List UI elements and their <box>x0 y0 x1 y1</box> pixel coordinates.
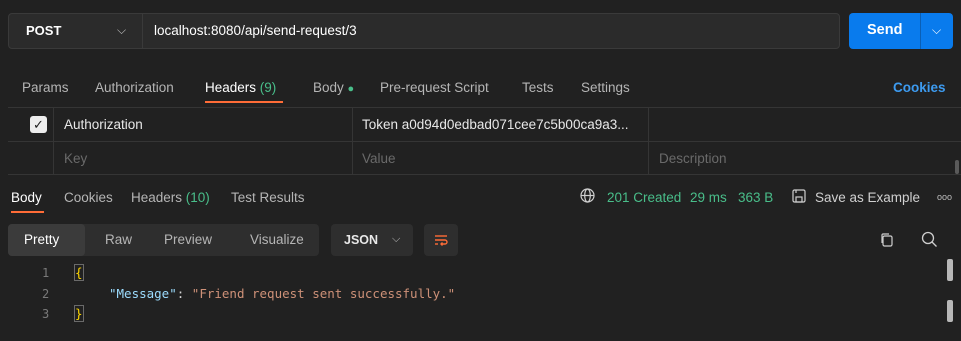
response-tab-headers-count: (10) <box>185 190 210 205</box>
send-divider <box>920 13 921 49</box>
send-button[interactable]: Send ⌵ <box>849 13 953 49</box>
chevron-down-icon: ⌵ <box>117 23 127 37</box>
new-value-input[interactable]: Value <box>362 151 396 166</box>
globe-icon[interactable] <box>579 187 596 207</box>
json-colon: : <box>176 286 192 301</box>
response-tab-cookies[interactable]: Cookies <box>64 190 113 205</box>
status-code[interactable]: 201 Created <box>607 190 681 205</box>
more-options-icon[interactable]: ooo <box>937 192 952 202</box>
json-value: "Friend request sent successfully." <box>191 286 456 301</box>
table-scrollbar[interactable] <box>955 160 959 174</box>
header-value-cell[interactable]: Token a0d94d0edbad071cee7c5b00ca9a3... <box>362 117 629 132</box>
response-tab-body[interactable]: Body <box>11 190 42 205</box>
response-tab-headers[interactable]: Headers (10) <box>131 190 210 205</box>
tab-headers-label: Headers <box>205 80 257 95</box>
chevron-down-icon[interactable]: ⌵ <box>932 23 941 38</box>
save-icon[interactable] <box>791 188 807 207</box>
tab-headers[interactable]: Headers (9) <box>205 80 276 95</box>
tab-authorization[interactable]: Authorization <box>95 80 174 95</box>
table-divider <box>8 107 961 108</box>
tab-body-label: Body <box>313 80 344 95</box>
json-line: "Message": "Friend request sent successf… <box>109 286 455 301</box>
method-label: POST <box>26 23 62 38</box>
wrap-icon <box>435 235 448 246</box>
send-label: Send <box>867 22 903 38</box>
mode-visualize[interactable]: Visualize <box>250 232 304 247</box>
column-divider <box>648 107 649 174</box>
table-divider <box>8 141 961 142</box>
tab-tests[interactable]: Tests <box>522 80 554 95</box>
view-mode-segmented: Pretty Raw Preview Visualize <box>8 224 319 256</box>
scrollbar-thumb[interactable] <box>947 259 953 281</box>
json-open-brace: { <box>74 264 84 281</box>
header-enabled-checkbox[interactable]: ✓ <box>30 116 47 133</box>
line-number: 1 <box>42 266 50 280</box>
column-divider <box>352 107 353 174</box>
column-divider <box>53 107 54 174</box>
response-size[interactable]: 363 B <box>738 190 773 205</box>
response-tab-headers-label: Headers <box>131 190 183 205</box>
chevron-down-icon: ⌵ <box>392 233 401 245</box>
mode-preview[interactable]: Preview <box>164 232 212 247</box>
tab-headers-count: (9) <box>259 80 277 95</box>
format-label: JSON <box>344 233 379 247</box>
active-tab-indicator <box>11 211 44 213</box>
scrollbar-thumb[interactable] <box>947 300 953 322</box>
copy-icon[interactable] <box>879 232 895 251</box>
save-as-example-button[interactable]: Save as Example <box>815 190 920 205</box>
line-number: 3 <box>42 307 50 321</box>
cookies-link[interactable]: Cookies <box>893 80 946 95</box>
new-description-input[interactable]: Description <box>659 151 727 166</box>
mode-pretty[interactable]: Pretty <box>24 232 59 247</box>
response-tab-test-results[interactable]: Test Results <box>231 190 305 205</box>
response-time[interactable]: 29 ms <box>690 190 727 205</box>
tab-settings[interactable]: Settings <box>581 80 630 95</box>
wrap-lines-button[interactable] <box>424 224 458 256</box>
tab-pre-request-script[interactable]: Pre-request Script <box>380 80 489 95</box>
line-number: 2 <box>42 287 50 301</box>
method-select[interactable]: POST ⌵ <box>9 14 143 48</box>
new-key-input[interactable]: Key <box>64 151 87 166</box>
json-close-brace: } <box>74 305 84 322</box>
mode-raw[interactable]: Raw <box>105 232 132 247</box>
search-icon[interactable] <box>921 231 938 251</box>
body-indicator-dot: ● <box>347 83 355 95</box>
request-bar: POST ⌵ localhost:8080/api/send-request/3 <box>8 13 840 49</box>
format-select[interactable]: JSON ⌵ <box>331 224 413 256</box>
table-divider <box>8 174 961 175</box>
tab-params[interactable]: Params <box>22 80 69 95</box>
json-key: "Message" <box>109 286 177 301</box>
tab-body[interactable]: Body ● <box>313 80 354 95</box>
active-tab-indicator <box>205 101 283 103</box>
header-key-cell[interactable]: Authorization <box>64 117 143 132</box>
url-input[interactable]: localhost:8080/api/send-request/3 <box>154 23 357 38</box>
